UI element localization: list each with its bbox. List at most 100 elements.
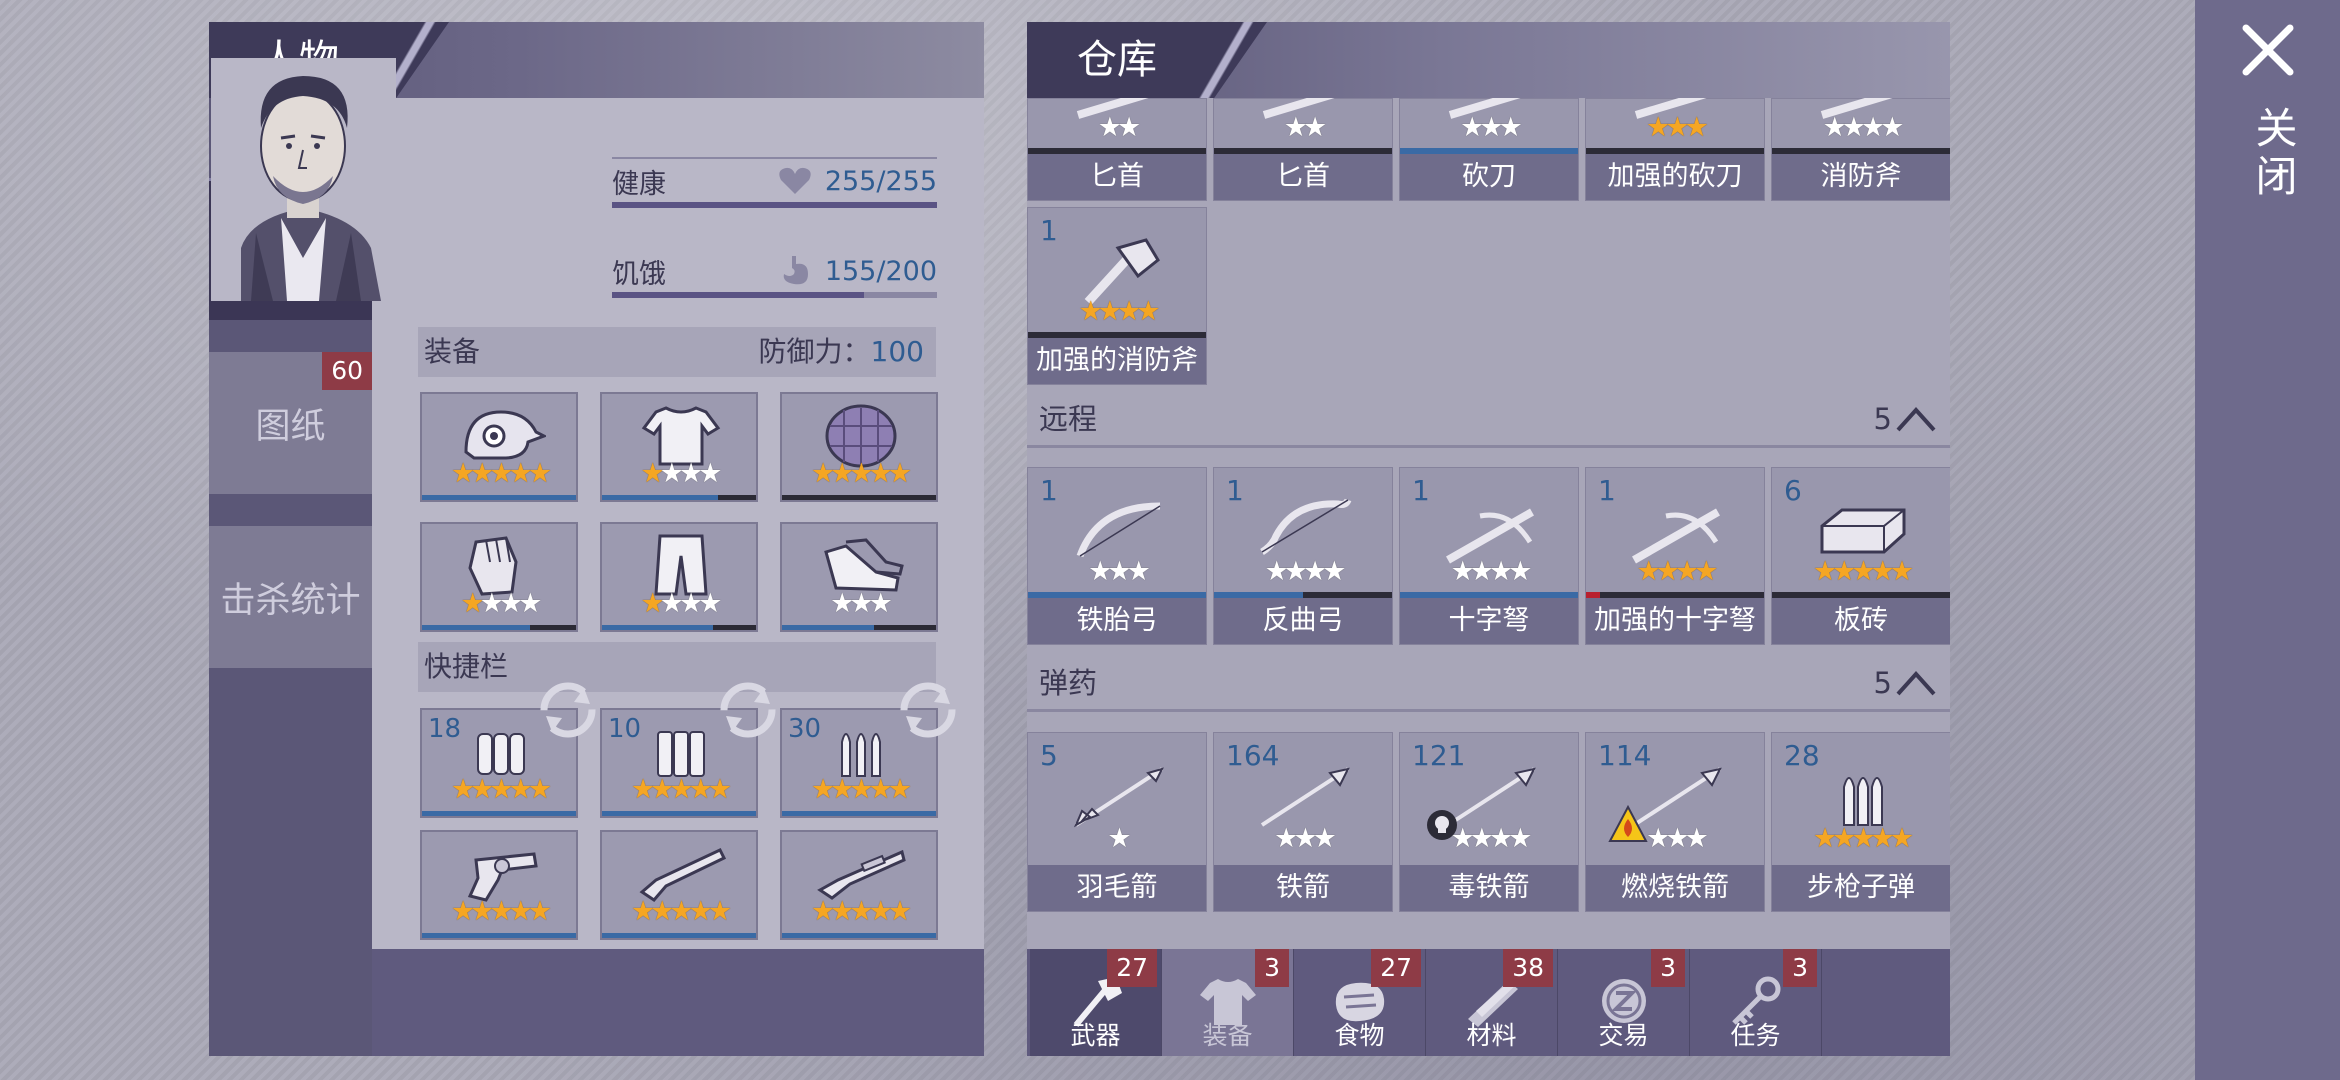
tab-equipment[interactable]: 3 装备	[1162, 949, 1294, 1056]
tab-trade[interactable]: 3 交易	[1558, 949, 1690, 1056]
warehouse-title: 仓库	[1077, 37, 1157, 83]
star-icon: ★	[489, 458, 513, 489]
close-panel[interactable]: 关闭	[2195, 0, 2340, 1080]
swap-icon[interactable]	[720, 682, 776, 738]
item-name: 羽毛箭	[1028, 865, 1206, 911]
quickbar-slot-4[interactable]: ★★★★★	[420, 830, 578, 940]
item-cell[interactable]: 消防斧 ★★★★	[1771, 98, 1950, 201]
item-cell[interactable]: 1 加强的消防斧 ★★★★	[1027, 207, 1207, 385]
star-icon: ★	[630, 896, 655, 927]
tab-weapons-label: 武器	[1070, 1021, 1121, 1050]
equip-slot-back[interactable]: ★★★★★	[780, 392, 938, 502]
quickbar-slot-5[interactable]: ★★★★★	[600, 830, 758, 940]
durability-bar	[422, 811, 576, 816]
category-ranged-header[interactable]: 远程 5	[1027, 390, 1950, 448]
durability-bar	[422, 625, 576, 630]
star-rating: ★★★	[1586, 825, 1764, 853]
quickbar-slot-6[interactable]: ★★★★★	[780, 830, 938, 940]
item-cell[interactable]: 1 十字弩 ★★★★	[1399, 467, 1579, 645]
star-icon: ★	[1136, 296, 1160, 327]
durability-bar	[602, 625, 756, 630]
tab-materials[interactable]: 38 材料	[1426, 949, 1558, 1056]
tab-kill-stats[interactable]: 击杀统计	[209, 526, 372, 668]
star-icon: ★	[1117, 112, 1141, 143]
star-icon: ★	[830, 458, 854, 489]
item-name: 加强的消防斧	[1028, 338, 1206, 384]
quickbar-label: 快捷栏	[424, 650, 509, 683]
star-icon: ★	[1264, 556, 1289, 587]
star-icon: ★	[887, 774, 912, 805]
star-icon: ★	[489, 896, 513, 927]
item-cell[interactable]: 1 铁胎弓 ★★★	[1027, 467, 1207, 645]
tab-materials-label: 材料	[1466, 1021, 1517, 1050]
item-cell[interactable]: 1 反曲弓 ★★★★	[1213, 467, 1393, 645]
tab-quests[interactable]: 3 任务	[1690, 949, 1822, 1056]
item-cell[interactable]: 匕首 ★★	[1027, 98, 1207, 201]
star-rating: ★★★	[1400, 114, 1578, 142]
close-label[interactable]: 关闭	[2243, 106, 2304, 202]
item-cell[interactable]: 5 羽毛箭 ★	[1027, 732, 1207, 912]
star-icon: ★	[470, 896, 494, 927]
equip-slot-head[interactable]: ★★★★★	[420, 392, 578, 502]
heart-icon	[779, 167, 811, 194]
equip-slot-feet[interactable]: ★★★	[780, 522, 938, 632]
close-icon[interactable]	[2240, 22, 2296, 78]
tab-food[interactable]: 27 食物	[1294, 949, 1426, 1056]
star-icon: ★	[1107, 823, 1131, 854]
star-icon: ★	[1126, 556, 1151, 587]
hunger-label: 饥饿	[612, 259, 666, 290]
star-icon: ★	[1822, 112, 1847, 143]
item-cell[interactable]: 114 燃烧铁箭 ★★★	[1585, 732, 1765, 912]
warehouse-category-tabs: 27 武器 3 装备 27 食物 38 材料 3 交易 3 任务	[1027, 949, 1950, 1056]
star-rating: ★★★	[1214, 825, 1392, 853]
star-icon: ★	[868, 588, 893, 619]
equip-slot-legs[interactable]: ★★★★	[600, 522, 758, 632]
star-icon: ★	[1655, 556, 1680, 587]
swap-icon[interactable]	[540, 682, 596, 738]
item-cell[interactable]: 匕首 ★★	[1213, 98, 1393, 201]
star-icon: ★	[650, 774, 674, 805]
star-icon: ★	[1508, 556, 1532, 587]
category-ammo-header[interactable]: 弹药 5	[1027, 654, 1950, 712]
star-rating: ★★★★★	[422, 776, 576, 804]
equip-slot-body[interactable]: ★★★★	[600, 392, 758, 502]
item-cell[interactable]: 加强的砍刀 ★★★	[1585, 98, 1765, 201]
equip-slot-hands[interactable]: ★★★★	[420, 522, 578, 632]
warehouse-item-list[interactable]: 匕首 ★★ 匕首 ★★ 砍刀 ★★★ 加强的砍刀 ★★★ 消防斧 ★★★★ 1	[1027, 98, 1950, 956]
durability-bar	[602, 811, 756, 816]
item-cell[interactable]: 121 毒铁箭 ★★★★	[1399, 732, 1579, 912]
star-rating: ★★★★	[1586, 558, 1764, 586]
item-name: 加强的砍刀	[1586, 154, 1764, 200]
item-cell[interactable]: 28 步枪子弹 ★★★★★	[1771, 732, 1950, 912]
star-icon: ★	[650, 896, 674, 927]
star-icon: ★	[1303, 556, 1327, 587]
swap-icon[interactable]	[900, 682, 956, 738]
star-icon: ★	[849, 458, 873, 489]
star-icon: ★	[1832, 823, 1856, 854]
durability-bar	[422, 495, 576, 500]
star-icon: ★	[640, 588, 665, 619]
tab-blueprints[interactable]: 图纸 60	[209, 352, 372, 494]
health-value: 255/255	[824, 166, 937, 197]
item-cell[interactable]: 砍刀 ★★★	[1399, 98, 1579, 201]
star-rating: ★★★★★	[602, 776, 756, 804]
category-ammo-count: 5	[1873, 666, 1892, 700]
star-icon: ★	[450, 458, 475, 489]
star-icon: ★	[1889, 556, 1914, 587]
star-icon: ★	[1312, 823, 1337, 854]
item-cell[interactable]: 6 板砖 ★★★★★	[1771, 467, 1950, 645]
equipment-section-header: 装备 防御力：100	[418, 327, 936, 377]
tab-weapons[interactable]: 27 武器	[1030, 949, 1162, 1056]
star-icon: ★	[1489, 823, 1513, 854]
star-rating: ★★★★★	[782, 460, 936, 488]
star-icon: ★	[830, 774, 854, 805]
star-rating: ★★★★★	[422, 898, 576, 926]
star-icon: ★	[1870, 823, 1895, 854]
star-icon: ★	[1508, 823, 1532, 854]
star-icon: ★	[1088, 556, 1112, 587]
item-cell[interactable]: 164 铁箭 ★★★	[1213, 732, 1393, 912]
item-cell[interactable]: 1 加强的十字弩 ★★★★	[1585, 467, 1765, 645]
star-icon: ★	[460, 588, 485, 619]
durability-bar	[602, 495, 756, 500]
item-count: 1	[1040, 474, 1058, 507]
